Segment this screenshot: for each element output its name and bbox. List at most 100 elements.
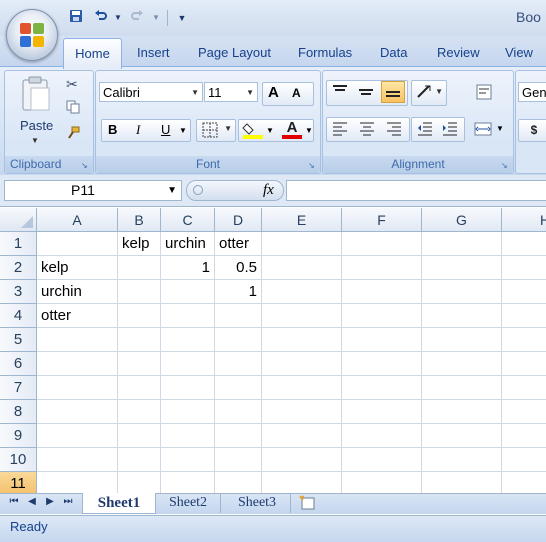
row-header-5[interactable]: 5 [0,328,37,352]
cell-a7[interactable] [37,376,118,400]
tab-formulas[interactable]: Formulas [298,43,352,63]
cell-f9[interactable] [342,424,422,448]
cell-b8[interactable] [118,400,161,424]
cell-f5[interactable] [342,328,422,352]
next-sheet-icon[interactable]: ▶ [44,495,56,509]
cell-c5[interactable] [161,328,215,352]
tab-home[interactable]: Home [63,38,122,69]
cell-g6[interactable] [422,352,502,376]
cell-f3[interactable] [342,280,422,304]
cell-g2[interactable] [422,256,502,280]
column-header-e[interactable]: E [262,208,342,232]
bottom-align-icon[interactable] [381,81,405,103]
wrap-text-icon[interactable] [476,84,492,100]
cut-icon[interactable]: ✂ [66,76,78,93]
bold-button[interactable]: B [108,122,117,137]
cell-d8[interactable] [215,400,262,424]
cell-e5[interactable] [262,328,342,352]
cell-e9[interactable] [262,424,342,448]
formula-input[interactable] [286,180,546,201]
cell-b3[interactable] [118,280,161,304]
row-header-4[interactable]: 4 [0,304,37,328]
cell-h1[interactable] [502,232,546,256]
cell-h2[interactable] [502,256,546,280]
column-header-b[interactable]: B [118,208,161,232]
cell-c9[interactable] [161,424,215,448]
column-header-f[interactable]: F [342,208,422,232]
cell-a4[interactable]: otter [37,304,118,328]
align-right-icon[interactable] [385,121,403,137]
cell-a8[interactable] [37,400,118,424]
cell-e2[interactable] [262,256,342,280]
column-header-h[interactable]: H [502,208,546,232]
cell-a9[interactable] [37,424,118,448]
tab-view[interactable]: View [505,43,533,63]
cell-b5[interactable] [118,328,161,352]
cell-a10[interactable] [37,448,118,472]
cell-g5[interactable] [422,328,502,352]
column-header-g[interactable]: G [422,208,502,232]
cell-a3[interactable]: urchin [37,280,118,304]
cell-d9[interactable] [215,424,262,448]
font-launcher-icon[interactable]: ↘ [308,161,317,170]
align-center-icon[interactable] [358,121,376,137]
cell-b7[interactable] [118,376,161,400]
number-format-combo[interactable]: Gen [518,82,546,102]
save-icon[interactable] [68,9,84,27]
office-button[interactable] [6,9,58,61]
cell-h5[interactable] [502,328,546,352]
cell-b4[interactable] [118,304,161,328]
redo-dropdown-icon[interactable]: ▼ [152,9,160,27]
cell-c1[interactable]: urchin [161,232,215,256]
splitter-icon[interactable] [193,185,203,195]
cell-d5[interactable] [215,328,262,352]
cell-d7[interactable] [215,376,262,400]
currency-button[interactable]: $ [518,119,546,142]
cell-c7[interactable] [161,376,215,400]
cell-a2[interactable]: kelp [37,256,118,280]
insert-sheet-icon[interactable] [298,495,318,511]
undo-icon[interactable] [94,9,108,27]
cell-d3[interactable]: 1 [215,280,262,304]
cell-c10[interactable] [161,448,215,472]
column-header-d[interactable]: D [215,208,262,232]
grow-font-button[interactable]: A [268,84,279,101]
cell-h3[interactable] [502,280,546,304]
increase-indent-icon[interactable] [441,121,459,137]
sheet-tab-sheet1[interactable]: Sheet1 [82,493,156,514]
cell-e6[interactable] [262,352,342,376]
tab-review[interactable]: Review [437,43,480,63]
sheet-tab-sheet3[interactable]: Sheet3 [224,493,291,513]
cell-e10[interactable] [262,448,342,472]
cell-c2[interactable]: 1 [161,256,215,280]
font-size-combo[interactable]: 11 ▼ [204,82,258,102]
cell-h7[interactable] [502,376,546,400]
cell-b9[interactable] [118,424,161,448]
cell-a6[interactable] [37,352,118,376]
undo-dropdown-icon[interactable]: ▼ [114,9,122,27]
borders-button[interactable]: ▼ [196,119,236,142]
cell-e4[interactable] [262,304,342,328]
row-header-8[interactable]: 8 [0,400,37,424]
column-header-c[interactable]: C [161,208,215,232]
cell-h8[interactable] [502,400,546,424]
last-sheet-icon[interactable]: ⏭ [62,495,74,509]
italic-button[interactable]: I [136,122,140,138]
redo-icon[interactable] [130,9,144,27]
tab-insert[interactable]: Insert [137,43,170,63]
underline-dropdown-icon[interactable]: ▼ [179,126,187,135]
merge-center-button[interactable]: ▼ [474,121,504,137]
font-name-combo[interactable]: Calibri ▼ [99,82,203,102]
sheet-tab-sheet2[interactable]: Sheet2 [156,493,221,513]
cell-f7[interactable] [342,376,422,400]
alignment-launcher-icon[interactable]: ↘ [501,161,510,170]
cell-e7[interactable] [262,376,342,400]
cell-f4[interactable] [342,304,422,328]
cell-c3[interactable] [161,280,215,304]
row-header-2[interactable]: 2 [0,256,37,280]
cell-f2[interactable] [342,256,422,280]
orientation-button[interactable]: ▼ [411,80,447,106]
format-painter-icon[interactable] [66,126,80,140]
cell-c6[interactable] [161,352,215,376]
cell-b6[interactable] [118,352,161,376]
